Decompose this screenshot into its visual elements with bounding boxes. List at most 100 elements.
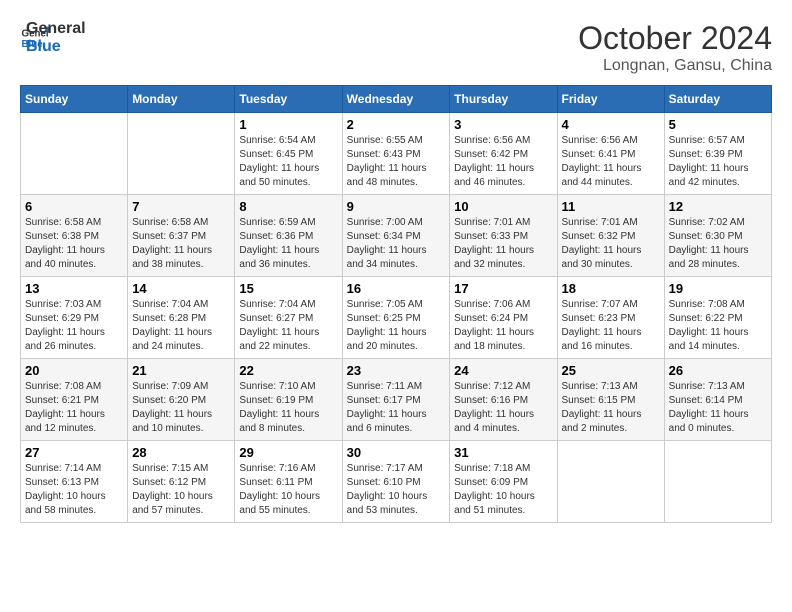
calendar-cell: 17 Sunrise: 7:06 AMSunset: 6:24 PMDayligh… xyxy=(450,277,557,359)
calendar-cell: 16 Sunrise: 7:05 AMSunset: 6:25 PMDayligh… xyxy=(342,277,450,359)
calendar-cell: 30 Sunrise: 7:17 AMSunset: 6:10 PMDayligh… xyxy=(342,441,450,523)
day-info: Sunrise: 7:03 AMSunset: 6:29 PMDaylight:… xyxy=(25,298,123,354)
title-block: October 2024 Longnan, Gansu, China xyxy=(578,20,772,75)
day-info: Sunrise: 6:55 AMSunset: 6:43 PMDaylight:… xyxy=(347,134,446,190)
calendar-cell: 28 Sunrise: 7:15 AMSunset: 6:12 PMDayligh… xyxy=(128,441,235,523)
day-info: Sunrise: 7:17 AMSunset: 6:10 PMDaylight:… xyxy=(347,462,446,518)
day-info: Sunrise: 6:56 AMSunset: 6:42 PMDaylight:… xyxy=(454,134,552,190)
day-info: Sunrise: 7:14 AMSunset: 6:13 PMDaylight:… xyxy=(25,462,123,518)
day-number: 10 xyxy=(454,199,552,214)
day-number: 25 xyxy=(562,363,660,378)
day-number: 15 xyxy=(239,281,337,296)
weekday-header-sunday: Sunday xyxy=(21,86,128,113)
calendar-week-row: 13 Sunrise: 7:03 AMSunset: 6:29 PMDayligh… xyxy=(21,277,772,359)
calendar-cell: 15 Sunrise: 7:04 AMSunset: 6:27 PMDayligh… xyxy=(235,277,342,359)
weekday-header-thursday: Thursday xyxy=(450,86,557,113)
calendar-cell xyxy=(557,441,664,523)
location: Longnan, Gansu, China xyxy=(578,57,772,75)
calendar-cell: 22 Sunrise: 7:10 AMSunset: 6:19 PMDayligh… xyxy=(235,359,342,441)
calendar-cell: 5 Sunrise: 6:57 AMSunset: 6:39 PMDaylight… xyxy=(664,113,771,195)
day-number: 2 xyxy=(347,117,446,132)
day-number: 22 xyxy=(239,363,337,378)
day-info: Sunrise: 7:10 AMSunset: 6:19 PMDaylight:… xyxy=(239,380,337,436)
calendar-cell: 13 Sunrise: 7:03 AMSunset: 6:29 PMDayligh… xyxy=(21,277,128,359)
calendar-cell: 31 Sunrise: 7:18 AMSunset: 6:09 PMDayligh… xyxy=(450,441,557,523)
day-number: 12 xyxy=(669,199,767,214)
calendar-cell: 6 Sunrise: 6:58 AMSunset: 6:38 PMDaylight… xyxy=(21,195,128,277)
day-info: Sunrise: 7:01 AMSunset: 6:33 PMDaylight:… xyxy=(454,216,552,272)
day-info: Sunrise: 7:04 AMSunset: 6:27 PMDaylight:… xyxy=(239,298,337,354)
day-info: Sunrise: 7:02 AMSunset: 6:30 PMDaylight:… xyxy=(669,216,767,272)
calendar-cell: 9Sunrise: 7:00 AMSunset: 6:34 PMDaylight… xyxy=(342,195,450,277)
day-number: 19 xyxy=(669,281,767,296)
calendar-cell: 8 Sunrise: 6:59 AMSunset: 6:36 PMDaylight… xyxy=(235,195,342,277)
weekday-header-saturday: Saturday xyxy=(664,86,771,113)
day-info: Sunrise: 7:05 AMSunset: 6:25 PMDaylight:… xyxy=(347,298,446,354)
calendar-week-row: 20 Sunrise: 7:08 AMSunset: 6:21 PMDayligh… xyxy=(21,359,772,441)
logo-text-blue: Blue xyxy=(26,38,86,56)
month-title: October 2024 xyxy=(578,20,772,57)
day-number: 31 xyxy=(454,445,552,460)
calendar-cell: 2 Sunrise: 6:55 AMSunset: 6:43 PMDaylight… xyxy=(342,113,450,195)
day-info: Sunrise: 7:07 AMSunset: 6:23 PMDaylight:… xyxy=(562,298,660,354)
calendar-cell: 21Sunrise: 7:09 AMSunset: 6:20 PMDayligh… xyxy=(128,359,235,441)
page-header: General Blue General Blue October 2024 L… xyxy=(20,20,772,75)
day-number: 23 xyxy=(347,363,446,378)
calendar-cell: 14 Sunrise: 7:04 AMSunset: 6:28 PMDayligh… xyxy=(128,277,235,359)
day-number: 3 xyxy=(454,117,552,132)
day-info: Sunrise: 7:13 AMSunset: 6:15 PMDaylight:… xyxy=(562,380,660,436)
day-info: Sunrise: 7:00 AMSunset: 6:34 PMDaylight:… xyxy=(347,216,446,272)
day-info: Sunrise: 6:57 AMSunset: 6:39 PMDaylight:… xyxy=(669,134,767,190)
calendar-cell: 3 Sunrise: 6:56 AMSunset: 6:42 PMDaylight… xyxy=(450,113,557,195)
day-number: 17 xyxy=(454,281,552,296)
day-info: Sunrise: 7:18 AMSunset: 6:09 PMDaylight:… xyxy=(454,462,552,518)
day-info: Sunrise: 6:58 AMSunset: 6:38 PMDaylight:… xyxy=(25,216,123,272)
logo-text-general: General xyxy=(26,20,86,38)
calendar-cell xyxy=(128,113,235,195)
calendar-cell xyxy=(664,441,771,523)
day-number: 20 xyxy=(25,363,123,378)
calendar-cell: 19Sunrise: 7:08 AMSunset: 6:22 PMDayligh… xyxy=(664,277,771,359)
calendar-cell: 7Sunrise: 6:58 AMSunset: 6:37 PMDaylight… xyxy=(128,195,235,277)
day-number: 14 xyxy=(132,281,230,296)
day-number: 18 xyxy=(562,281,660,296)
day-info: Sunrise: 7:08 AMSunset: 6:21 PMDaylight:… xyxy=(25,380,123,436)
calendar-cell: 25 Sunrise: 7:13 AMSunset: 6:15 PMDayligh… xyxy=(557,359,664,441)
weekday-header-tuesday: Tuesday xyxy=(235,86,342,113)
calendar-cell: 1Sunrise: 6:54 AMSunset: 6:45 PMDaylight… xyxy=(235,113,342,195)
day-info: Sunrise: 7:06 AMSunset: 6:24 PMDaylight:… xyxy=(454,298,552,354)
day-info: Sunrise: 6:58 AMSunset: 6:37 PMDaylight:… xyxy=(132,216,230,272)
calendar-cell: 29Sunrise: 7:16 AMSunset: 6:11 PMDayligh… xyxy=(235,441,342,523)
day-info: Sunrise: 7:15 AMSunset: 6:12 PMDaylight:… xyxy=(132,462,230,518)
day-info: Sunrise: 6:54 AMSunset: 6:45 PMDaylight:… xyxy=(239,134,337,190)
day-info: Sunrise: 6:59 AMSunset: 6:36 PMDaylight:… xyxy=(239,216,337,272)
day-number: 8 xyxy=(239,199,337,214)
calendar-cell: 20 Sunrise: 7:08 AMSunset: 6:21 PMDayligh… xyxy=(21,359,128,441)
calendar-cell: 12 Sunrise: 7:02 AMSunset: 6:30 PMDayligh… xyxy=(664,195,771,277)
day-number: 30 xyxy=(347,445,446,460)
day-info: Sunrise: 7:04 AMSunset: 6:28 PMDaylight:… xyxy=(132,298,230,354)
day-number: 21 xyxy=(132,363,230,378)
day-number: 4 xyxy=(562,117,660,132)
calendar-cell: 26Sunrise: 7:13 AMSunset: 6:14 PMDayligh… xyxy=(664,359,771,441)
day-info: Sunrise: 7:01 AMSunset: 6:32 PMDaylight:… xyxy=(562,216,660,272)
calendar-cell: 4 Sunrise: 6:56 AMSunset: 6:41 PMDaylight… xyxy=(557,113,664,195)
weekday-header-monday: Monday xyxy=(128,86,235,113)
calendar-cell xyxy=(21,113,128,195)
day-number: 16 xyxy=(347,281,446,296)
day-number: 13 xyxy=(25,281,123,296)
calendar-week-row: 1Sunrise: 6:54 AMSunset: 6:45 PMDaylight… xyxy=(21,113,772,195)
day-info: Sunrise: 6:56 AMSunset: 6:41 PMDaylight:… xyxy=(562,134,660,190)
day-info: Sunrise: 7:11 AMSunset: 6:17 PMDaylight:… xyxy=(347,380,446,436)
weekday-header-friday: Friday xyxy=(557,86,664,113)
logo: General Blue General Blue xyxy=(20,20,86,55)
day-info: Sunrise: 7:12 AMSunset: 6:16 PMDaylight:… xyxy=(454,380,552,436)
calendar-cell: 27 Sunrise: 7:14 AMSunset: 6:13 PMDayligh… xyxy=(21,441,128,523)
calendar-cell: 11 Sunrise: 7:01 AMSunset: 6:32 PMDayligh… xyxy=(557,195,664,277)
day-number: 6 xyxy=(25,199,123,214)
day-number: 27 xyxy=(25,445,123,460)
day-number: 5 xyxy=(669,117,767,132)
day-number: 28 xyxy=(132,445,230,460)
day-number: 11 xyxy=(562,199,660,214)
day-info: Sunrise: 7:13 AMSunset: 6:14 PMDaylight:… xyxy=(669,380,767,436)
